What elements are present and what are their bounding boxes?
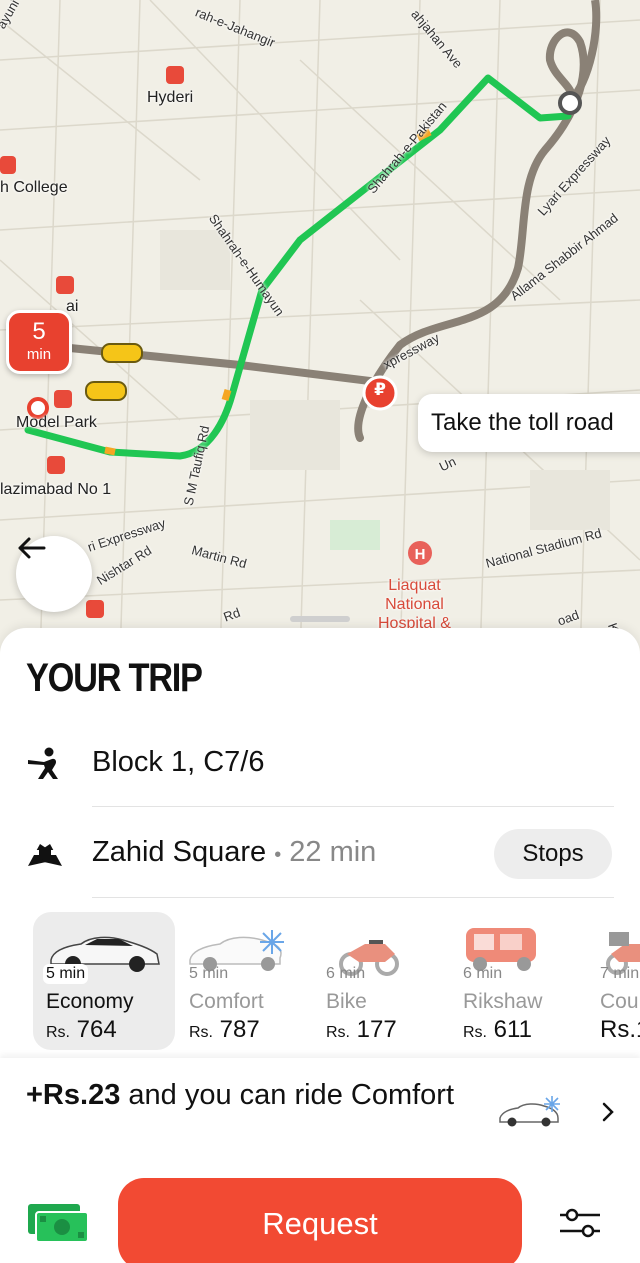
tariff-time: 5 min [43,964,89,984]
trip-options-icon[interactable] [558,1206,602,1240]
tariff-name: Economy [46,990,134,1013]
destination-time: 22 min [289,836,377,868]
toll-marker-icon[interactable]: ₽ [372,380,388,400]
tariff-price: Rs. 764 [46,1016,117,1044]
place-label-college: h College [0,179,68,196]
divider [92,897,614,898]
currency: Rs. [189,1024,213,1041]
chevron-right-icon[interactable] [598,1100,618,1124]
eta-value: 5 [32,318,46,345]
map-canvas: H [0,0,640,660]
tariff-carousel[interactable]: 5 min Economy Rs. 764 5 min Comfort Rs. … [0,910,640,1052]
tariff-card-rikshaw[interactable]: 6 min Rikshaw Rs. 611 [450,912,592,1050]
price-value: 787 [219,1016,260,1043]
destination-name: Zahid Square [92,836,267,868]
person-hailing-icon [28,747,58,779]
separator-dot: • [274,844,282,866]
tariff-name: Rikshaw [463,990,543,1013]
tariff-time: 7 min [600,965,640,982]
cash-payment-icon[interactable] [26,1200,90,1244]
tariff-price: Rs. 787 [189,1016,260,1044]
pickup-address: Block 1, C7/6 [92,746,265,778]
price-value: 764 [76,1016,117,1043]
tariff-name: Cou [600,990,639,1013]
price-value: 177 [356,1016,397,1043]
tariff-time: 6 min [463,965,503,982]
price-value: 611 [493,1016,532,1043]
tariff-price: Rs. 611 [463,1016,532,1044]
upsell-amount: +Rs.23 [26,1079,121,1111]
pickup-eta-pin[interactable]: 5 min [6,310,72,374]
destination-text: Zahid Square • 22 min [92,836,376,869]
currency: Rs. [463,1024,487,1041]
tariff-card-economy[interactable]: 5 min Economy Rs. 764 [33,912,175,1050]
toll-road-hint[interactable]: Take the toll road [418,394,640,452]
finish-flags-icon [28,844,62,866]
place-label-nazimabad: lazimabad No 1 [0,481,112,498]
tariff-card-bike[interactable]: 6 min Bike Rs. 177 [313,912,455,1050]
tariff-time: 6 min [326,965,366,982]
trip-title: YOUR TRIP [26,656,203,700]
currency: Rs. [600,1016,636,1043]
currency: Rs. [46,1024,70,1041]
tariff-card-comfort[interactable]: 5 min Comfort Rs. 787 [176,912,318,1050]
arrow-left-icon [18,537,46,559]
price-value: 1 [636,1016,640,1043]
upsell-banner[interactable]: +Rs.23 and you can ride Comfort [26,1076,486,1114]
sheet-grabber[interactable] [290,616,350,622]
svg-text:H: H [415,546,426,563]
tariff-price: Rs.1 [600,1016,640,1044]
upsell-text: and you can ride Comfort [128,1079,455,1111]
tariff-name: Bike [326,990,367,1013]
tariff-name: Comfort [189,990,264,1013]
tariff-time: 5 min [189,965,229,982]
eta-unit: min [26,346,52,363]
place-label-hospital: Liaquat National Hospital & [378,577,451,632]
place-label-hyderi: Hyderi [147,89,194,106]
request-button[interactable]: Request [118,1178,522,1263]
stops-button[interactable]: Stops [494,829,612,879]
divider [92,806,614,807]
back-button[interactable] [16,536,92,612]
pickup-row[interactable]: Block 1, C7/6 [0,720,640,808]
tariff-card-courier[interactable]: 7 min Cou Rs.1 [587,912,640,1050]
tariff-price: Rs. 177 [326,1016,397,1044]
map-view[interactable]: H Hyderi h College ai Model Park lazimab… [0,0,640,660]
place-label-model-park: Model Park [16,414,97,431]
currency: Rs. [326,1024,350,1041]
comfort-car-icon [499,1096,560,1127]
